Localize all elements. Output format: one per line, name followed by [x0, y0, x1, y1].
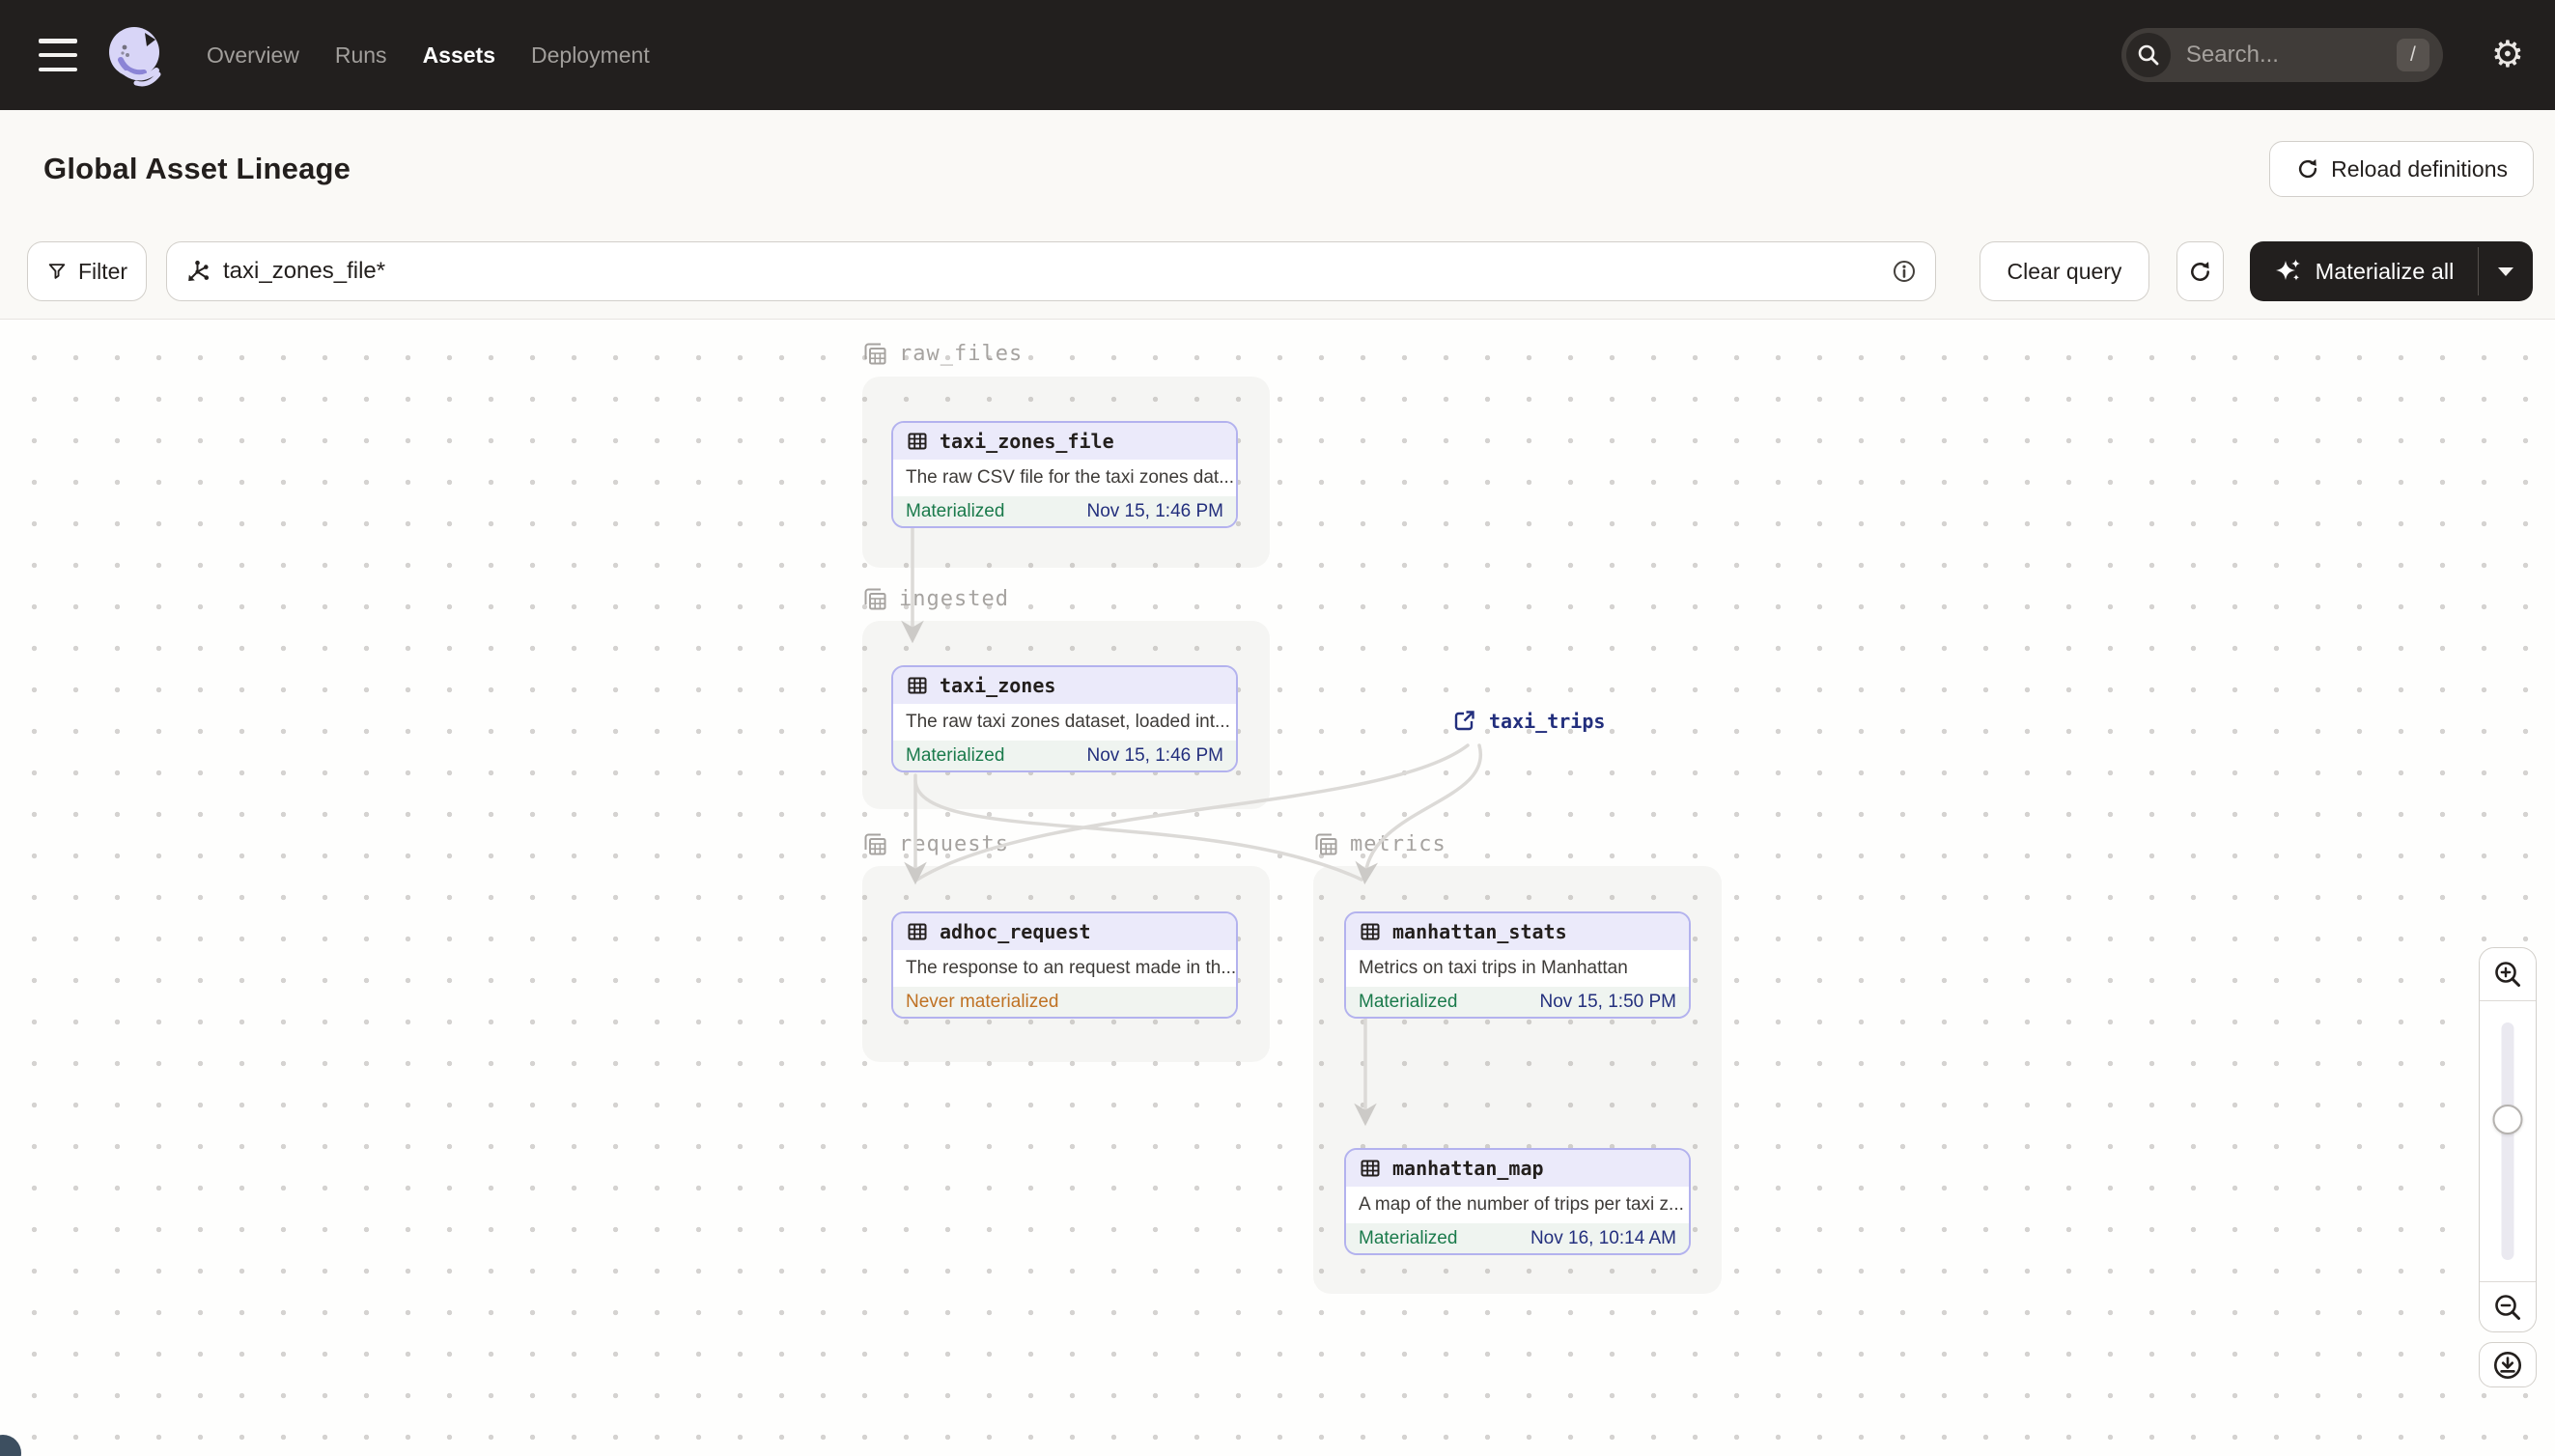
- asset-node-taxi-zones-file[interactable]: taxi_zones_file The raw CSV file for the…: [891, 421, 1238, 528]
- zoom-in-button[interactable]: [2480, 948, 2536, 1001]
- asset-card-header: manhattan_stats: [1346, 913, 1689, 950]
- nav-overview[interactable]: Overview: [207, 42, 299, 69]
- asset-name: taxi_zones_file: [940, 430, 1114, 453]
- asset-description: A map of the number of trips per taxi z.…: [1359, 1194, 1684, 1215]
- asset-status-bar: Materialized Nov 15, 1:50 PM: [1346, 987, 1689, 1017]
- table-icon: [1361, 923, 1380, 940]
- asset-description: Metrics on taxi trips in Manhattan: [1359, 958, 1628, 978]
- top-nav-bar: Overview Runs Assets Deployment Search..…: [0, 0, 2555, 110]
- materialization-timestamp[interactable]: Nov 16, 10:14 AM: [1530, 1228, 1676, 1249]
- reload-definitions-button[interactable]: Reload definitions: [2269, 141, 2534, 197]
- zoom-out-icon: [2495, 1294, 2520, 1320]
- refresh-icon: [2191, 261, 2209, 281]
- status-badge: Materialized: [906, 744, 1005, 766]
- group-label-requests[interactable]: requests: [862, 831, 1009, 857]
- sparkle-icon: [2275, 259, 2300, 281]
- asset-status-bar: Never materialized: [893, 987, 1236, 1017]
- nav-assets[interactable]: Assets: [423, 42, 495, 69]
- asset-description: The raw CSV file for the taxi zones dat.…: [906, 467, 1235, 488]
- table-group-icon: [864, 833, 886, 855]
- asset-card-header: manhattan_map: [1346, 1150, 1689, 1187]
- download-image-button[interactable]: [2479, 1342, 2537, 1387]
- page-header: Global Asset Lineage Reload definitions: [0, 110, 2555, 228]
- status-badge: Materialized: [906, 500, 1005, 521]
- asset-node-manhattan-map[interactable]: manhattan_map A map of the number of tri…: [1344, 1148, 1691, 1255]
- asset-query-box: [166, 241, 1936, 301]
- materialize-all-button[interactable]: Materialize all: [2250, 241, 2478, 301]
- zoom-out-button[interactable]: [2480, 1281, 2536, 1331]
- lineage-canvas[interactable]: raw_files ingested requests metrics taxi…: [0, 320, 2555, 1456]
- group-label-ingested[interactable]: ingested: [862, 586, 1009, 612]
- status-badge: Never materialized: [906, 991, 1059, 1012]
- lineage-toolbar: Filter Clear query: [0, 241, 2555, 301]
- asset-card-header: taxi_zones: [893, 667, 1236, 704]
- asset-node-manhattan-stats[interactable]: manhattan_stats Metrics on taxi trips in…: [1344, 911, 1691, 1019]
- external-asset-taxi-trips[interactable]: taxi_trips: [1451, 708, 1605, 734]
- asset-card-header: taxi_zones_file: [893, 423, 1236, 460]
- filter-button[interactable]: Filter: [27, 241, 147, 301]
- reload-icon: [2299, 158, 2317, 179]
- chevron-down-icon: [2498, 266, 2513, 276]
- asset-status-bar: Materialized Nov 15, 1:46 PM: [893, 741, 1236, 770]
- table-icon: [908, 923, 927, 940]
- asset-description: The response to an request made in th...: [906, 958, 1236, 978]
- group-label-metrics[interactable]: metrics: [1313, 831, 1446, 857]
- search-icon: [2125, 33, 2171, 77]
- nav-runs[interactable]: Runs: [335, 42, 387, 69]
- materialization-timestamp[interactable]: Nov 15, 1:46 PM: [1086, 501, 1223, 522]
- table-icon: [908, 433, 927, 450]
- zoom-slider-zone: [2480, 1001, 2536, 1281]
- query-info-icon[interactable]: [1891, 258, 1918, 285]
- refresh-graph-button[interactable]: [2176, 241, 2224, 301]
- asset-name: manhattan_stats: [1392, 920, 1567, 943]
- page-title: Global Asset Lineage: [43, 152, 351, 185]
- nav-deployment[interactable]: Deployment: [531, 42, 650, 69]
- table-group-icon: [864, 343, 886, 365]
- materialization-timestamp[interactable]: Nov 15, 1:50 PM: [1539, 992, 1676, 1013]
- asset-status-bar: Materialized Nov 16, 10:14 AM: [1346, 1223, 1689, 1253]
- clear-query-button[interactable]: Clear query: [1979, 241, 2149, 301]
- asset-node-adhoc-request[interactable]: adhoc_request The response to an request…: [891, 911, 1238, 1019]
- table-icon: [908, 677, 927, 694]
- table-group-icon: [864, 588, 886, 610]
- search-shortcut-badge: /: [2396, 39, 2429, 71]
- hamburger-menu-icon[interactable]: [39, 39, 77, 71]
- materialize-options-dropdown[interactable]: [2479, 241, 2533, 301]
- zoom-slider-track[interactable]: [2501, 1022, 2514, 1260]
- external-link-icon: [1454, 711, 1474, 731]
- zoom-slider-handle[interactable]: [2492, 1105, 2523, 1134]
- zoom-control-panel: [2479, 947, 2537, 1332]
- table-group-icon: [1315, 833, 1337, 855]
- asset-query-input[interactable]: [223, 258, 1878, 285]
- filter-funnel-icon: [48, 264, 66, 279]
- materialize-all-split-button: Materialize all: [2250, 241, 2533, 301]
- download-icon: [2493, 1351, 2522, 1379]
- settings-gear-icon[interactable]: ⚙: [2491, 37, 2524, 73]
- global-search-input[interactable]: Search... /: [2120, 28, 2443, 82]
- status-badge: Materialized: [1359, 991, 1458, 1012]
- dagster-logo[interactable]: [102, 23, 166, 87]
- asset-description: The raw taxi zones dataset, loaded int..…: [906, 712, 1230, 732]
- search-placeholder: Search...: [2185, 42, 2279, 68]
- canvas-corner-decoration: [0, 1435, 21, 1456]
- asset-name: taxi_zones: [940, 674, 1056, 697]
- asset-card-header: adhoc_request: [893, 913, 1236, 950]
- asset-name: adhoc_request: [940, 920, 1091, 943]
- asset-node-taxi-zones[interactable]: taxi_zones The raw taxi zones dataset, l…: [891, 665, 1238, 772]
- table-icon: [1361, 1160, 1380, 1177]
- graph-query-icon: [188, 260, 210, 281]
- asset-name: manhattan_map: [1392, 1157, 1544, 1180]
- status-badge: Materialized: [1359, 1227, 1458, 1248]
- asset-status-bar: Materialized Nov 15, 1:46 PM: [893, 496, 1236, 526]
- primary-nav: Overview Runs Assets Deployment: [207, 42, 650, 69]
- lineage-edges: [901, 526, 1483, 1127]
- materialization-timestamp[interactable]: Nov 15, 1:46 PM: [1086, 745, 1223, 767]
- group-label-raw-files[interactable]: raw_files: [862, 341, 1023, 367]
- zoom-in-icon: [2495, 962, 2520, 987]
